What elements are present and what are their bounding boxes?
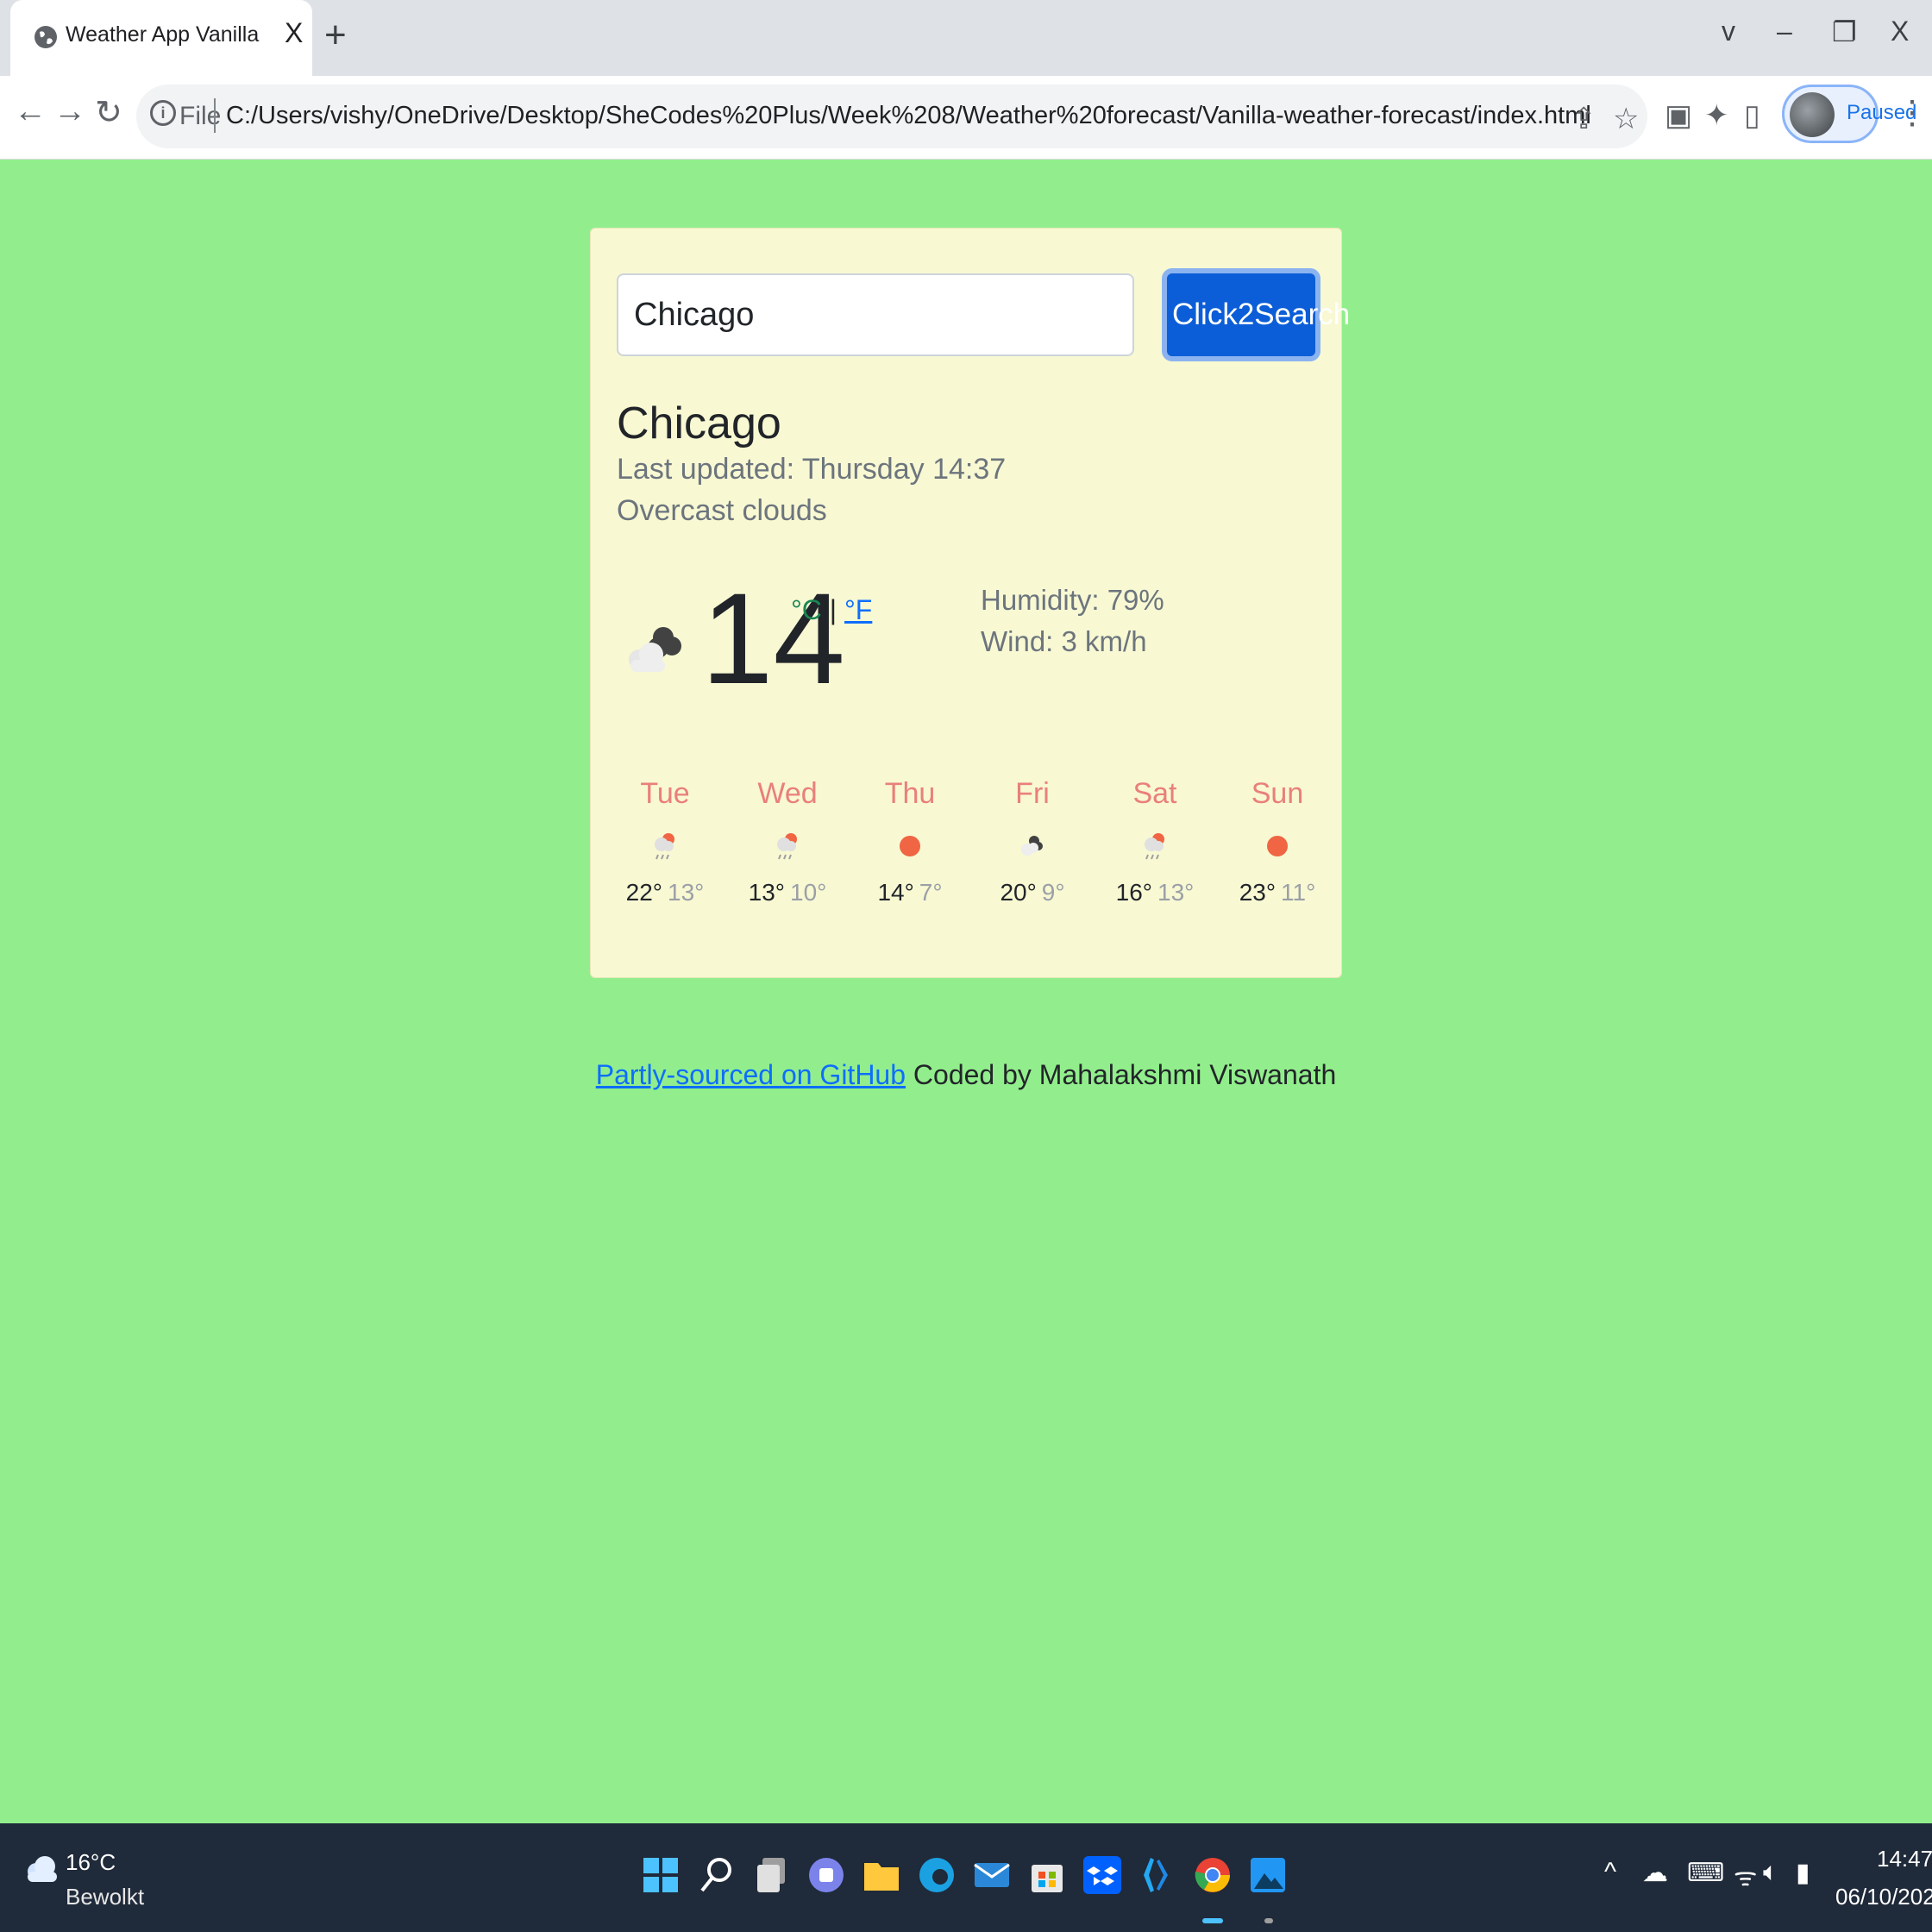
photos-icon[interactable] <box>1244 1851 1292 1899</box>
task-view-icon[interactable] <box>747 1851 795 1899</box>
forecast-day: Fri 20° 9° <box>971 777 1094 906</box>
microsoft-store-icon[interactable] <box>1023 1851 1071 1899</box>
unit-switcher: °C | °F <box>791 594 872 626</box>
city-name: Chicago <box>617 398 781 448</box>
current-temperature: 14 <box>701 566 845 711</box>
info-icon[interactable]: i <box>150 100 176 126</box>
humidity: Humidity: 79% <box>981 584 1164 616</box>
file-explorer-icon[interactable] <box>857 1851 906 1899</box>
mail-icon[interactable] <box>968 1851 1016 1899</box>
forecast-min: 11° <box>1281 879 1316 906</box>
unit-separator: | <box>821 594 844 625</box>
forecast-day-name: Thu <box>884 777 936 810</box>
celsius-unit: °C <box>791 594 822 625</box>
extensions-puzzle-icon[interactable]: ✦ <box>1704 98 1729 133</box>
share-icon[interactable]: ⇪ <box>1571 102 1596 136</box>
forecast-max: 23° <box>1239 879 1276 906</box>
bookmark-star-icon[interactable]: ☆ <box>1613 102 1639 136</box>
url-text[interactable]: C:/Users/vishy/OneDrive/Desktop/SheCodes… <box>226 102 1591 130</box>
forecast-day: Tue 22° 13° <box>604 777 726 906</box>
forecast-day-name: Fri <box>1015 777 1050 810</box>
volume-icon[interactable]: 🔈︎ <box>1763 1858 1778 1887</box>
tab-title: Weather App Vanilla <box>66 22 260 47</box>
window-close-button[interactable]: X <box>1891 16 1909 47</box>
chrome-active-indicator <box>1202 1918 1223 1923</box>
taskbar-clock-time[interactable]: 14:47 <box>1877 1846 1932 1872</box>
sun-icon <box>1267 836 1288 856</box>
rain-icon <box>655 833 674 860</box>
rain-icon <box>1145 833 1164 860</box>
forecast-max: 22° <box>625 879 662 906</box>
forward-arrow-icon[interactable]: → <box>53 93 86 130</box>
wifi-icon[interactable]: ᯤ <box>1734 1858 1757 1893</box>
photos-running-indicator <box>1264 1918 1273 1923</box>
forecast-day-name: Tue <box>640 777 690 810</box>
github-link[interactable]: Partly-sourced on GitHub <box>596 1059 906 1090</box>
address-separator <box>214 98 216 133</box>
tab-close-button[interactable]: X <box>285 17 303 49</box>
forecast-day-name: Sun <box>1251 777 1304 810</box>
teams-chat-icon[interactable] <box>802 1851 850 1899</box>
new-tab-button[interactable]: + <box>324 14 347 57</box>
forecast-day-name: Wed <box>757 777 818 810</box>
weather-card: Click2Search Chicago Last updated: Thurs… <box>590 228 1350 978</box>
extension-bag-icon[interactable]: ▣ <box>1665 98 1692 133</box>
forecast-min: 7° <box>919 879 943 906</box>
taskbar-weather-condition[interactable]: Bewolkt <box>66 1884 144 1910</box>
taskbar-clock-date[interactable]: 06/10/2022 <box>1835 1884 1932 1910</box>
forecast-day-name: Sat <box>1132 777 1177 810</box>
edge-browser-icon[interactable] <box>913 1851 961 1899</box>
forecast-min: 13° <box>668 879 705 906</box>
restore-button[interactable]: ❐ <box>1832 16 1857 48</box>
forecast-max: 20° <box>1000 879 1037 906</box>
forecast-max: 16° <box>1115 879 1152 906</box>
rain-icon <box>777 833 797 860</box>
profile-button[interactable]: Paused <box>1782 85 1916 143</box>
address-bar[interactable]: i File C:/Users/vishy/OneDrive/Desktop/S… <box>136 85 1647 148</box>
onedrive-cloud-icon[interactable]: ☁ <box>1642 1858 1668 1888</box>
side-panel-icon[interactable]: ▯ <box>1744 98 1760 133</box>
tab-search-dropdown-button[interactable]: v <box>1722 16 1735 47</box>
browser-menu-icon[interactable]: ⋮ <box>1896 93 1929 132</box>
last-updated: Last updated: Thursday 14:37 <box>617 453 1007 486</box>
forecast-day: Sun 23° 11° <box>1216 777 1339 906</box>
forecast-day: Wed 13° 10° <box>726 777 849 906</box>
wind-speed: Wind: 3 km/h <box>981 625 1147 657</box>
forecast-min: 9° <box>1041 879 1065 906</box>
browser-tab-strip: Weather App Vanilla X + v – ❐ X <box>0 0 1932 76</box>
battery-icon[interactable]: ▮ <box>1796 1858 1810 1888</box>
forecast-min: 13° <box>1157 879 1195 906</box>
search-icon[interactable] <box>692 1851 740 1899</box>
forecast-day: Thu 14° 7° <box>849 777 971 906</box>
forecast-max: 14° <box>877 879 914 906</box>
city-search-input[interactable] <box>617 273 1134 356</box>
sun-icon <box>900 836 920 856</box>
taskbar: 16°C Bewolkt ^ ☁ ⌨ ᯤ 🔈︎ ▮ 14:47 06/10/20… <box>0 1823 1932 1932</box>
fahrenheit-link[interactable]: °F <box>844 594 872 625</box>
search-button[interactable]: Click2Search <box>1162 268 1350 361</box>
page-footer: Partly-sourced on GitHub Coded by Mahala… <box>0 1059 1932 1091</box>
clouds-icon <box>1021 836 1043 856</box>
weather-description: Overcast clouds <box>617 494 827 527</box>
visual-studio-code-icon[interactable] <box>1133 1851 1182 1899</box>
minimize-button[interactable]: – <box>1777 16 1792 47</box>
taskbar-weather-temp[interactable]: 16°C <box>66 1849 116 1876</box>
reload-icon[interactable]: ↻ <box>95 93 122 132</box>
broken-clouds-icon <box>629 627 681 672</box>
forecast-day: Sat 16° 13° <box>1094 777 1216 906</box>
keyboard-icon[interactable]: ⌨ <box>1687 1858 1724 1888</box>
globe-icon <box>34 26 57 48</box>
avatar <box>1790 92 1835 137</box>
browser-toolbar: ← → ↻ i File C:/Users/vishy/OneDrive/Des… <box>0 76 1932 160</box>
forecast-min: 10° <box>790 879 827 906</box>
browser-tab[interactable]: Weather App Vanilla X <box>10 0 312 76</box>
windows-start-icon[interactable] <box>637 1851 685 1899</box>
dropbox-icon[interactable] <box>1078 1851 1126 1899</box>
tray-chevron-icon[interactable]: ^ <box>1604 1858 1616 1887</box>
cloud-icon[interactable] <box>22 1849 60 1887</box>
chrome-browser-icon[interactable] <box>1189 1851 1237 1899</box>
forecast-max: 13° <box>748 879 785 906</box>
footer-credit: Coded by Mahalakshmi Viswanath <box>906 1059 1337 1090</box>
back-arrow-icon[interactable]: ← <box>14 93 47 130</box>
